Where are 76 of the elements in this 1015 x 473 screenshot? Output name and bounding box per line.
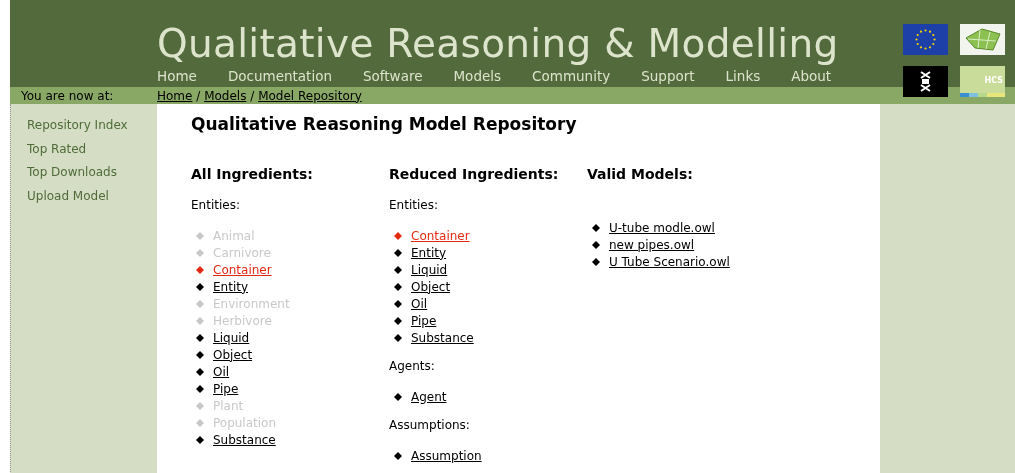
column-heading: Reduced Ingredients: [389,164,560,184]
breadcrumb-label: You are now at: [20,87,115,105]
diamond-bullet-icon [394,266,402,275]
ingredient-link[interactable]: Object [213,346,253,364]
group-label: Entities: [191,196,241,214]
diamond-bullet-icon [394,317,402,326]
diamond-bullet-icon [196,419,204,428]
ingredient-link[interactable]: Oil [213,363,230,381]
eu-flag-icon [903,24,948,55]
diamond-bullet-icon [394,334,402,343]
page-title: Qualitative Reasoning Model Repository [191,114,578,135]
breadcrumb-link[interactable]: Home [157,88,193,103]
diamond-bullet-icon [196,317,204,326]
nav-link[interactable]: Software [362,65,423,87]
ingredient-link[interactable]: Object [411,278,451,296]
ingredient-link[interactable]: Container [213,261,272,279]
emblem-logo-icon [903,66,948,97]
site-title: Qualitative Reasoning & Modelling [157,23,840,66]
ingredient-link[interactable]: U-tube modle.owl [609,219,715,237]
ingredient-link[interactable]: new pipes.owl [609,236,695,254]
ingredient-link[interactable]: Entity [213,278,249,296]
breadcrumb-link[interactable]: Model Repository [258,88,362,103]
breadcrumb-link[interactable]: Models [204,88,247,103]
sidebar-link[interactable]: Upload Model [27,184,157,209]
column-heading: Valid Models: [587,164,694,184]
column-heading: All Ingredients: [191,164,314,184]
diamond-bullet-icon [394,452,402,461]
diamond-bullet-icon [196,368,204,377]
ingredient-link[interactable]: Substance [213,431,276,449]
diamond-bullet-icon [394,300,402,309]
nav-link[interactable]: Models [453,65,502,87]
diamond-bullet-icon [196,385,204,394]
ingredient-link[interactable]: Oil [411,295,428,313]
diamond-bullet-icon [196,232,204,241]
diamond-bullet-icon [196,266,204,275]
nav-link[interactable]: Community [532,65,611,87]
group-label: Agents: [389,357,436,375]
ingredient-link[interactable]: Entity [411,244,447,262]
nav-link[interactable]: About [791,65,832,87]
breadcrumb-separator: / [196,88,201,103]
ingredient-link[interactable]: Pipe [213,380,239,398]
group-label: Assumptions: [389,416,471,434]
sidebar-link[interactable]: Repository Index [27,114,157,138]
diamond-bullet-icon [196,283,204,292]
diamond-bullet-icon [592,241,600,250]
diamond-bullet-icon [196,249,204,258]
ingredient-link[interactable]: Container [411,227,470,245]
diamond-bullet-icon [196,334,204,343]
nav-link[interactable]: Home [157,65,197,87]
ingredient-link[interactable]: Liquid [411,261,448,279]
sidebar-link[interactable]: Top Rated [27,137,157,162]
nav-link[interactable]: Support [641,65,695,87]
diamond-bullet-icon [592,224,600,233]
diamond-bullet-icon [592,258,600,267]
leaf-logo-icon [960,24,1005,55]
sidebar-link[interactable]: Top Downloads [27,161,157,185]
diamond-bullet-icon [394,249,402,258]
diamond-bullet-icon [196,351,204,360]
ingredient-link[interactable]: Pipe [411,312,437,330]
ingredient-link[interactable]: Substance [411,329,474,347]
diamond-bullet-icon [196,300,204,309]
ingredient-link[interactable]: Agent [411,388,447,406]
group-label: Entities: [389,196,439,214]
diamond-bullet-icon [196,402,204,411]
color-strip-icon [960,93,1005,97]
diamond-bullet-icon [196,436,204,445]
breadcrumb-separator: / [250,88,255,103]
ingredient-link[interactable]: Liquid [213,329,250,347]
diamond-bullet-icon [394,232,402,241]
ingredient-link[interactable]: U Tube Scenario.owl [609,253,730,271]
hcs-logo: HCS [960,66,1005,97]
diamond-bullet-icon [394,393,402,402]
ingredient-link[interactable]: Assumption [411,447,482,465]
nav-link[interactable]: Links [725,65,761,87]
diamond-bullet-icon [394,283,402,292]
nav-link[interactable]: Documentation [227,65,332,87]
